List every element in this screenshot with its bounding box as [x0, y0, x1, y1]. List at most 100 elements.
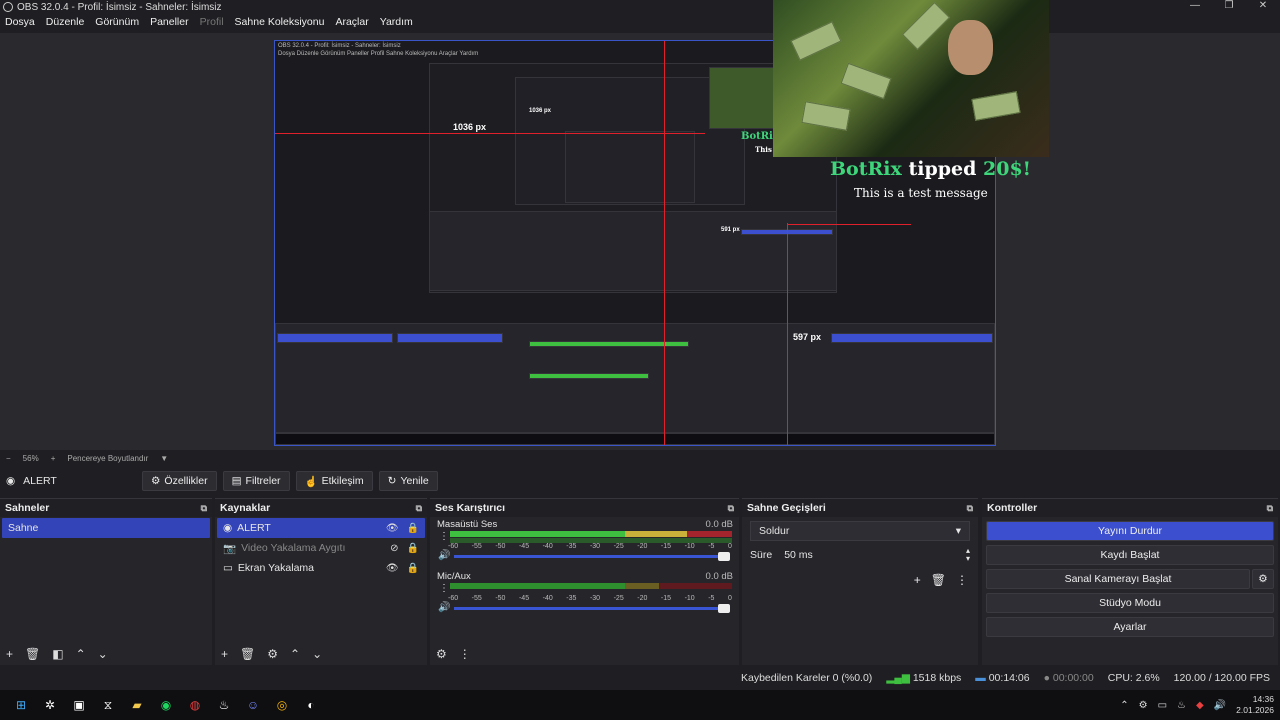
refresh-button[interactable]: ↻ Yenile [378, 471, 438, 491]
duration-stepper[interactable]: ▴ ▾ [966, 547, 970, 563]
add-source-icon[interactable]: + [221, 647, 228, 661]
cash-bill [901, 1, 951, 51]
stop-stream-button[interactable]: Yayını Durdur [986, 521, 1274, 541]
start-virtualcam-button[interactable]: Sanal Kamerayı Başlat [986, 569, 1250, 589]
video-editor-icon[interactable]: ▣ [68, 694, 90, 716]
volume-slider[interactable] [454, 552, 730, 561]
video-capture-source [773, 0, 1049, 157]
filters-button[interactable]: ▤ Filtreler [222, 471, 290, 491]
lock-icon[interactable]: 🔒 [407, 523, 419, 534]
tray-app-icon[interactable]: ⚙ [1139, 700, 1148, 711]
close-button[interactable]: ✕ [1246, 0, 1280, 11]
menu-tools[interactable]: Araçlar [335, 16, 368, 32]
nested-stop-button [831, 333, 993, 343]
file-explorer-icon[interactable]: ▰ [126, 694, 148, 716]
windows-start-icon[interactable]: ⊞ [10, 694, 32, 716]
add-transition-icon[interactable]: + [914, 573, 921, 587]
start-record-button[interactable]: Kaydı Başlat [986, 545, 1274, 565]
mixer-menu-icon[interactable]: ⋮ [459, 647, 471, 661]
guide-line-v2 [787, 223, 788, 445]
capcut-icon[interactable]: ⧖ [97, 694, 119, 716]
menu-scene-collection[interactable]: Sahne Koleksiyonu [235, 16, 325, 32]
settings-icon[interactable]: ✲ [39, 694, 61, 716]
studio-mode-button[interactable]: Stüdyo Modu [986, 593, 1274, 613]
tray-chevron-icon[interactable]: ⌃ [1120, 700, 1128, 711]
menu-docks[interactable]: Paneller [150, 16, 189, 32]
undock-icon[interactable]: ⧉ [201, 503, 207, 514]
move-up-icon[interactable]: ⌃ [290, 647, 300, 661]
volume-slider[interactable] [454, 604, 730, 613]
source-item-video[interactable]: 📷 Video Yakalama Aygıtı ⊘ 🔒 [217, 538, 425, 558]
camera-icon: 📷 [223, 542, 237, 555]
menu-file[interactable]: Dosya [5, 16, 35, 32]
zoom-out-button[interactable]: − [6, 454, 11, 463]
meter-yellow [624, 583, 659, 589]
minimize-button[interactable]: — [1178, 0, 1212, 11]
zoom-in-button[interactable]: + [51, 454, 56, 463]
zoom-dropdown-icon[interactable]: ▼ [160, 454, 168, 463]
delete-transition-icon[interactable]: 🗑 [931, 573, 946, 587]
undock-icon[interactable]: ⧉ [967, 503, 973, 514]
meter-tick-label: -10 [684, 543, 695, 550]
volume-knob[interactable] [718, 552, 730, 561]
advanced-audio-icon[interactable]: ⚙ [436, 647, 447, 661]
guide-line-v1 [664, 41, 665, 445]
lock-icon[interactable]: 🔒 [407, 563, 419, 574]
maximize-button[interactable]: ❐ [1212, 0, 1246, 11]
eye-icon[interactable]: 👁 [386, 523, 399, 534]
speaker-icon[interactable]: 🔊 [438, 550, 450, 561]
spotify-icon[interactable]: ◉ [155, 694, 177, 716]
undock-icon[interactable]: ⧉ [728, 503, 734, 514]
source-label: ALERT [237, 522, 271, 534]
transition-select[interactable]: Soldur ▾ [750, 521, 970, 541]
scene-item[interactable]: Sahne [2, 518, 210, 538]
chrome-icon[interactable]: ◎ [271, 694, 293, 716]
move-down-icon[interactable]: ⌄ [98, 647, 108, 661]
add-scene-icon[interactable]: + [6, 647, 13, 661]
screen-recorder-icon[interactable]: ◍ [184, 694, 206, 716]
source-item-screen[interactable]: ▭ Ekran Yakalama 👁 🔒 [217, 558, 425, 578]
move-down-icon[interactable]: ⌄ [312, 647, 322, 661]
channel-menu-icon[interactable]: ⋮ [439, 583, 449, 594]
cash-bill [801, 101, 851, 131]
interact-button[interactable]: ☝ Etkileşim [295, 471, 373, 491]
fit-to-window[interactable]: Pencereye Boyutlandır [67, 454, 148, 463]
menu-edit[interactable]: Düzenle [46, 16, 85, 32]
clock[interactable]: 14:36 2.01.2026 [1236, 694, 1274, 716]
eye-icon[interactable]: 👁 [386, 563, 399, 574]
obs-icon[interactable]: ◐ [300, 694, 322, 716]
transition-menu-icon[interactable]: ⋮ [956, 573, 968, 587]
lock-icon[interactable]: 🔒 [407, 543, 419, 554]
duration-input[interactable]: 50 ms [784, 549, 813, 561]
discord-icon[interactable]: ☺ [242, 694, 264, 716]
undock-icon[interactable]: ⧉ [416, 503, 422, 514]
menu-view[interactable]: Görünüm [95, 16, 139, 32]
volume-knob[interactable] [718, 604, 730, 613]
eye-hidden-icon[interactable]: ⊘ [390, 543, 398, 554]
channel-menu-icon[interactable]: ⋮ [439, 531, 449, 542]
status-bar: Kaybedilen Kareler 0 (%0.0) ▂▄▆ 1518 kbp… [0, 668, 1280, 688]
delete-source-icon[interactable]: 🗑 [240, 647, 255, 661]
obs-window: OBS 32.0.4 - Profil: İsimsiz - Sahneler:… [0, 0, 1280, 690]
move-up-icon[interactable]: ⌃ [76, 647, 86, 661]
undock-icon[interactable]: ⧉ [1267, 503, 1273, 514]
tray-steam-icon[interactable]: ♨ [1177, 700, 1186, 711]
virtualcam-settings-icon[interactable]: ⚙ [1252, 569, 1274, 589]
scene-filters-icon[interactable]: ◧ [52, 647, 63, 661]
menu-help[interactable]: Yardım [380, 16, 413, 32]
source-item-alert[interactable]: ◉ ALERT 👁 🔒 [217, 518, 425, 538]
properties-button[interactable]: ⚙ Özellikler [142, 471, 217, 491]
nested-scene-selected [277, 333, 393, 343]
tray-volume-icon[interactable]: 🔊 [1214, 700, 1226, 711]
menu-profile[interactable]: Profil [200, 16, 224, 32]
settings-button[interactable]: Ayarlar [986, 617, 1274, 637]
speaker-icon[interactable]: 🔊 [438, 602, 450, 613]
source-properties-icon[interactable]: ⚙ [267, 647, 278, 661]
meter-red [686, 531, 732, 537]
steam-icon[interactable]: ♨ [213, 694, 235, 716]
meter-tick-label: -35 [566, 543, 577, 550]
delete-scene-icon[interactable]: 🗑 [25, 647, 40, 661]
tray-network-icon[interactable]: ▭ [1158, 700, 1167, 711]
tray-recorder-icon[interactable]: ◆ [1196, 700, 1204, 711]
meter-scale: -60 -55 -50 -45 -40 -35 -30 -25 -20 -15 -10 -5 0 [448, 543, 732, 550]
